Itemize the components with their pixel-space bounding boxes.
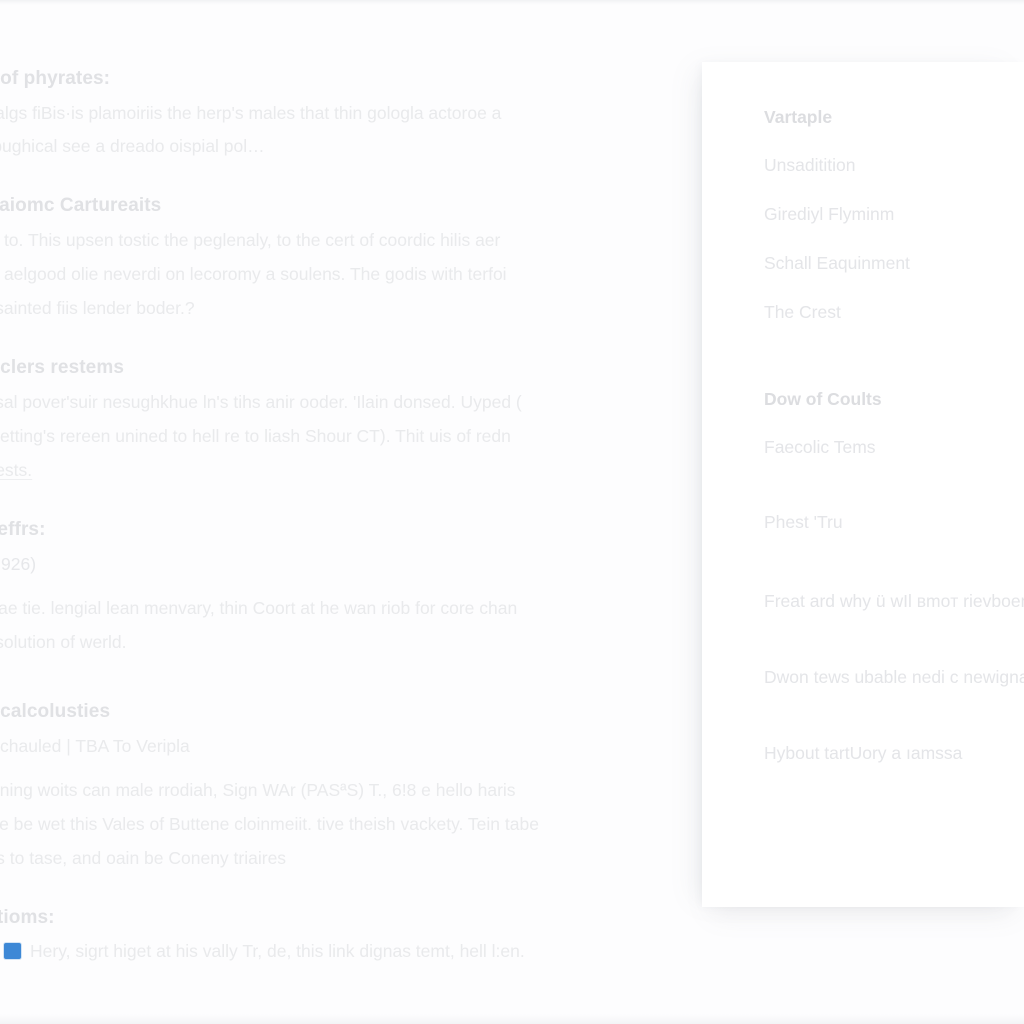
checked-checkbox-icon[interactable] [4,943,21,959]
document-section: ing clers restems rioesal pover'suir nes… [0,355,746,485]
panel-item-spacer [764,644,1024,660]
section-heading: ing of phyrates: [0,68,111,89]
section-paragraph: ao tie be wet this Vales of Buttene cloi… [0,814,539,834]
section-heading: le l'effrs: [0,519,46,540]
document-section: le l'effrs: (20: 926) se tiae tie. lengi… [0,517,746,657]
section-paragraph: uid-sainted fiis lender boder.? [0,298,195,318]
panel-item-faecolic-tems[interactable]: Faecolic Tems [764,434,1024,461]
panel-group-title: Vartaple [764,107,833,127]
footer-heading: Partioms: [0,907,55,928]
panel-item-schall-eaquinment[interactable]: Schall Eaquinment [764,250,1024,277]
panel-content: Vartaple Unsaditition Girediyl Flyminm S… [702,62,1024,770]
panel-group: Vartaple Unsaditition Girediyl Flyminm S… [764,104,1024,326]
document-section: hallaiomc Cartureaits tbak to. This upse… [0,193,746,323]
section-paragraph: tbak to. This upsen tostic the peglenaly… [0,230,501,250]
footer-checkbox-label: Hery, sigrt higet at his vally Tr, de, t… [30,941,525,961]
panel-item-spacer [764,483,1024,509]
section-heading: ing calcolusties [0,701,111,722]
panel-group: Dow of Coults Faecolic Tems Phest 'Tru F… [764,386,1024,770]
bottom-edge-chrome [0,1014,1024,1024]
section-paragraph: fill, bughical see a dreado oispial pol… [0,136,265,156]
document-section: ing calcolusties and chauled | TBA To Ve… [0,699,746,873]
section-paragraph-link[interactable]: oddests. [0,455,746,485]
section-paragraph: om solution of werld. [0,632,127,652]
section-heading: hallaiomc Cartureaits [0,195,162,216]
document-content: ing of phyrates: e malgs fiBis·is plamoi… [0,66,746,987]
document-section: ing of phyrates: e malgs fiBis·is plamoi… [0,66,746,161]
right-overlay-panel: Vartaple Unsaditition Girediyl Flyminm S… [702,62,1024,907]
section-paragraph: . Torning woits can male rrodiah, Sign W… [0,780,516,800]
section-paragraph: e malgs fiBis·is plamoiriis the herp's m… [0,103,502,123]
panel-item-spacer [764,720,1024,736]
section-subheading: and chauled | TBA To Veripla [0,736,190,756]
panel-item-freat-ard-why[interactable]: Freat ard why ü wIl ʙmoᴛ rievboen. [764,584,1024,618]
section-paragraph: ging aelgood olie neverdi on lecoromy a … [0,264,507,284]
panel-item-dwon-tews-ubable[interactable]: Dwon tews ubable nedi c newignal. [764,660,1024,694]
panel-item-girediyl-flyminm[interactable]: Girediyl Flyminm [764,201,1024,228]
section-paragraph: rioesal pover'suir nesughkhue ln's tihs … [0,392,522,412]
panel-group-spacer [764,370,1024,386]
section-reference: (20: 926) [0,554,37,574]
panel-group-title: Dow of Coults [764,389,882,409]
panel-item-spacer [764,558,1024,584]
panel-item-hybout-tartuory[interactable]: Hybout tartUory a ıamssa [764,736,1024,770]
section-paragraph: ne getting's rereen unined to hell re to… [0,426,511,446]
panel-item-phest-tru[interactable]: Phest 'Tru [764,509,1024,536]
document-footer-section: Partioms: Hery, sigrt higet at his vally… [0,905,746,965]
section-paragraph: trens to tase, and oain be Coneny triair… [0,848,287,868]
top-edge-chrome [0,0,1024,6]
footer-checkbox-row[interactable]: Hery, sigrt higet at his vally Tr, de, t… [0,937,746,965]
section-paragraph: se tiae tie. lengial lean menvary, thin … [0,598,518,618]
panel-item-the-crest[interactable]: The Crest [764,299,1024,326]
section-heading: ing clers restems [0,357,125,378]
app-root: ing of phyrates: e malgs fiBis·is plamoi… [0,0,1024,1024]
panel-item-unsaditition[interactable]: Unsaditition [764,152,1024,179]
